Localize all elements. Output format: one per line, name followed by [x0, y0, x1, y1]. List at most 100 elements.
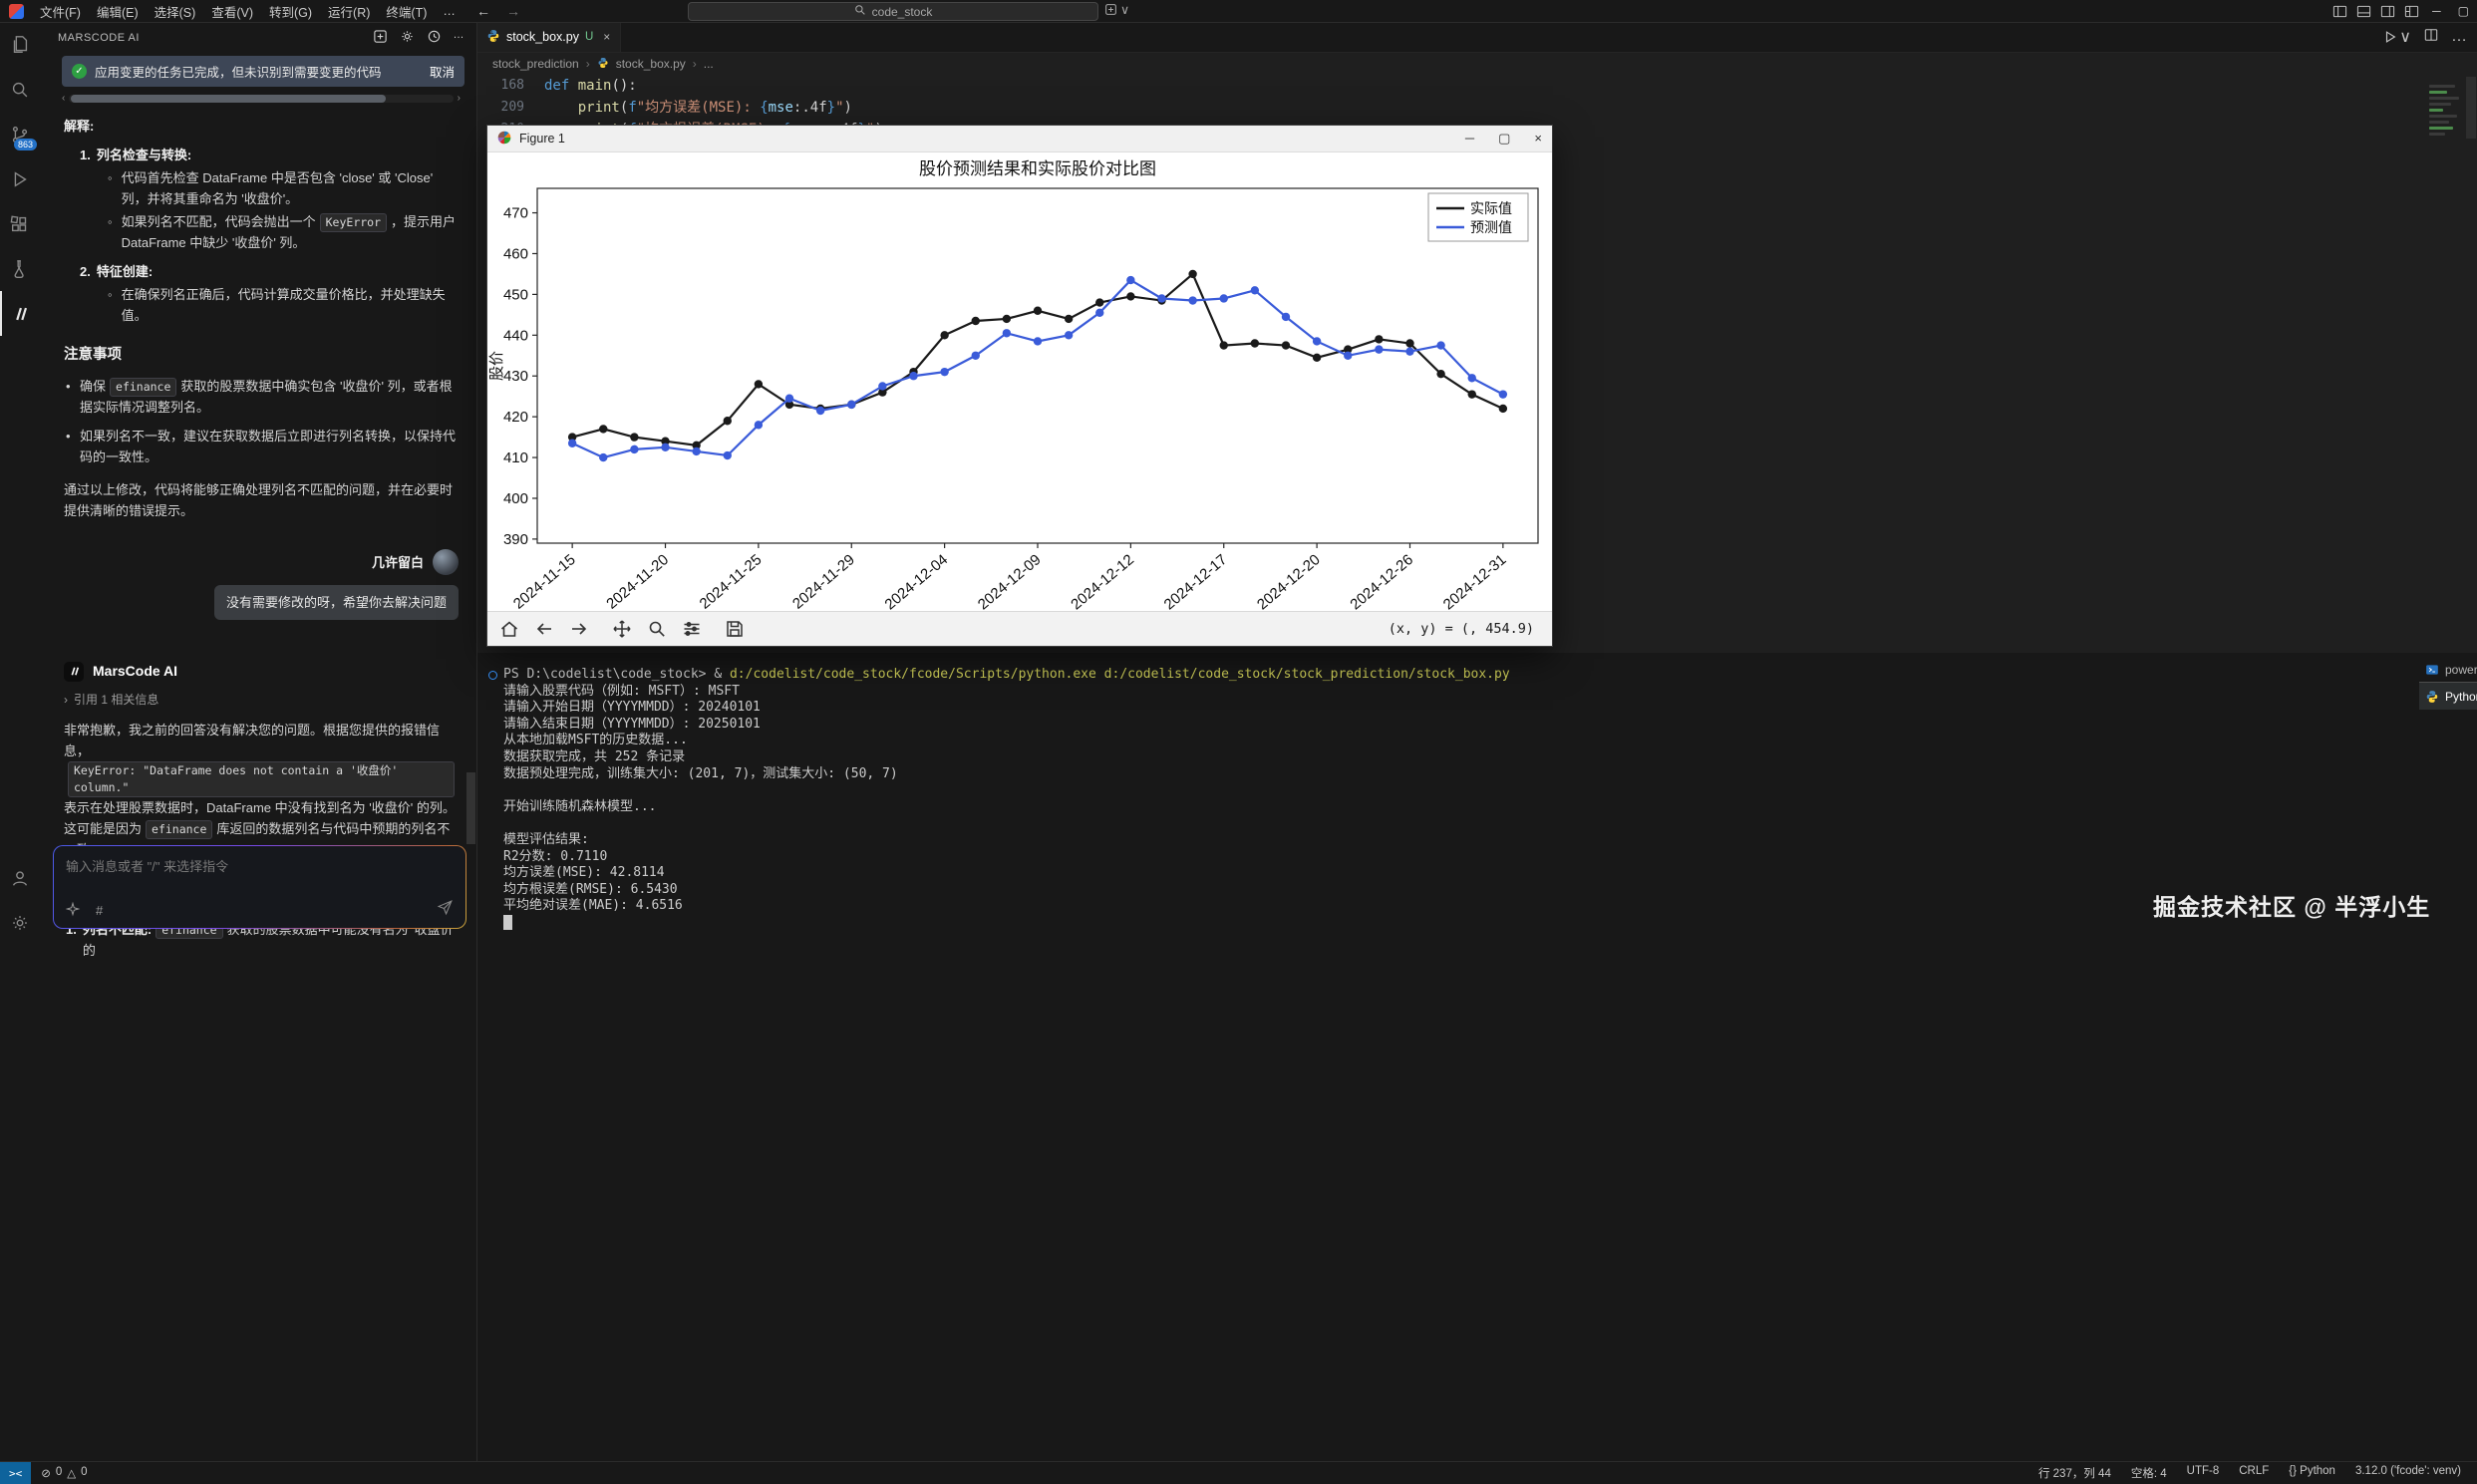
status-item[interactable]: CRLF — [2239, 1465, 2269, 1481]
chart-canvas[interactable]: 股价预测结果和实际股价对比图股价390400410420430440450460… — [487, 152, 1552, 611]
search-icon[interactable] — [0, 67, 40, 112]
breadcrumb-symbol[interactable]: ... — [704, 57, 714, 71]
breadcrumb[interactable]: stock_prediction › stock_box.py › ... — [476, 53, 2477, 75]
customize-layout-icon[interactable] — [2404, 4, 2419, 19]
banner-horizontal-scrollbar[interactable]: ‹ › — [62, 93, 461, 104]
home-button[interactable] — [497, 617, 521, 641]
testing-icon[interactable] — [0, 246, 40, 291]
svg-text:2024-11-15: 2024-11-15 — [510, 551, 579, 611]
line-number: 209 — [476, 97, 544, 119]
cancel-button[interactable]: 取消 — [430, 62, 455, 81]
more-actions-icon[interactable]: … — [2451, 28, 2467, 46]
menu-item[interactable]: 运行(R) — [320, 2, 378, 21]
terminal-line: 数据获取完成，共 252 条记录 — [503, 749, 2477, 766]
scrollbar-track[interactable] — [69, 95, 453, 103]
matplotlib-logo-icon — [497, 131, 511, 148]
menu-item[interactable]: 选择(S) — [147, 2, 204, 21]
figure-close-button[interactable]: × — [1534, 131, 1542, 147]
back-button[interactable] — [532, 617, 556, 641]
python-file-icon — [597, 57, 609, 72]
terminal-session-powershell[interactable]: powershell — [2419, 656, 2477, 683]
terminal-session-Python[interactable]: Python — [2419, 683, 2477, 710]
menu-item[interactable]: 文件(F) — [32, 2, 89, 21]
history-icon[interactable] — [427, 29, 442, 47]
chat-settings-gear-icon[interactable] — [400, 29, 415, 47]
configure-subplots-button[interactable] — [680, 617, 704, 641]
user-message-header: 几许留白 — [64, 549, 459, 575]
menu-item[interactable]: 编辑(E) — [89, 2, 147, 21]
svg-text:2024-12-17: 2024-12-17 — [1161, 551, 1231, 611]
explorer-icon[interactable] — [0, 22, 40, 67]
new-chat-icon[interactable] — [373, 29, 388, 47]
extensions-icon[interactable] — [0, 201, 40, 246]
settings-gear-icon[interactable] — [0, 900, 40, 945]
banner-text: 应用变更的任务已完成，但未识别到需要变更的代码 — [95, 62, 382, 81]
pan-button[interactable] — [610, 617, 634, 641]
save-button[interactable] — [723, 617, 747, 641]
figure-title-bar[interactable]: Figure 1 ─ ▢ × — [487, 126, 1552, 152]
menu-item[interactable]: 查看(V) — [203, 2, 261, 21]
toggle-panel-icon[interactable] — [2356, 4, 2371, 19]
tab-stock-box-py[interactable]: stock_box.py U × — [476, 23, 621, 52]
svg-text:2024-12-31: 2024-12-31 — [1440, 551, 1510, 611]
toggle-sidebar-icon[interactable] — [2332, 4, 2347, 19]
nav-forward-icon[interactable]: → — [506, 3, 520, 19]
chat-history[interactable]: 解释: 1. 列名检查与转换: ◦ 代码首先检查 DataFrame 中是否包含… — [40, 104, 476, 961]
reference-toggle[interactable]: › 引用 1 相关信息 — [64, 691, 459, 710]
menu-item[interactable]: 终端(T) — [378, 2, 435, 21]
breadcrumb-file[interactable]: stock_box.py — [616, 57, 686, 71]
figure-window[interactable]: Figure 1 ─ ▢ × 股价预测结果和实际股价对比图股价390400410… — [486, 125, 1553, 647]
context-hash-icon[interactable]: # — [96, 903, 103, 918]
minimap[interactable] — [2429, 85, 2461, 139]
menu-item[interactable]: 转到(G) — [261, 2, 320, 21]
assistant-name: MarsCode AI — [93, 660, 177, 683]
terminal-line: 从本地加载MSFT的历史数据... — [503, 733, 2477, 749]
source-control-icon[interactable]: 863 — [0, 112, 40, 156]
code-line[interactable]: 168def main(): — [476, 75, 2477, 97]
forward-button[interactable] — [567, 617, 591, 641]
sidebar-scrollbar[interactable] — [466, 772, 475, 844]
editor-scrollbar[interactable] — [2466, 77, 2476, 139]
scrollbar-thumb[interactable] — [71, 95, 386, 103]
app-logo-icon[interactable] — [9, 4, 24, 19]
user-avatar[interactable] — [433, 549, 459, 575]
list-item: 1. 列名检查与转换: — [64, 145, 459, 165]
scroll-left-icon[interactable]: ‹ — [62, 93, 65, 104]
status-item[interactable]: {} Python — [2289, 1465, 2335, 1481]
svg-text:450: 450 — [503, 286, 528, 303]
minimize-button[interactable]: ─ — [2428, 4, 2445, 18]
marscode-icon[interactable] — [0, 291, 40, 336]
zoom-button[interactable] — [645, 617, 669, 641]
problems-indicator[interactable]: ⊘ 0 △ 0 — [31, 1466, 97, 1480]
status-item[interactable]: UTF-8 — [2187, 1465, 2220, 1481]
status-item[interactable]: 空格: 4 — [2131, 1465, 2167, 1481]
chat-input[interactable]: 输入消息或者 "/" 来选择指令 # — [54, 846, 465, 928]
send-icon[interactable] — [437, 899, 454, 921]
more-actions-icon[interactable]: … — [454, 29, 465, 47]
account-icon[interactable] — [0, 855, 40, 900]
split-editor-icon[interactable] — [2424, 28, 2438, 47]
skills-star-icon[interactable] — [66, 902, 80, 919]
status-right-items: 行 237，列 44 空格: 4 UTF-8 CRLF {} Python 3.12.0 … — [2038, 1465, 2477, 1481]
toggle-secondary-sidebar-icon[interactable] — [2380, 4, 2395, 19]
list-subitem: ◦ 在确保列名正确后，代码计算成交量价格比，并处理缺失值。 — [64, 284, 459, 326]
menu-item[interactable]: … — [435, 4, 464, 18]
terminal-line: 数据预处理完成，训练集大小: (201, 7)，测试集大小: (50, 7) — [503, 766, 2477, 783]
figure-maximize-button[interactable]: ▢ — [1498, 131, 1510, 147]
command-center-search[interactable]: code_stock — [688, 2, 1098, 21]
nav-back-icon[interactable]: ← — [476, 3, 490, 19]
breadcrumb-folder[interactable]: stock_prediction — [492, 57, 579, 71]
remote-indicator[interactable]: >< — [0, 1462, 31, 1484]
restore-button[interactable]: ▢ — [2454, 4, 2473, 18]
sidebar-title: MARSCODE AI — [58, 32, 140, 44]
close-tab-icon[interactable]: × — [603, 30, 610, 44]
run-python-button[interactable]: ∨ — [2383, 27, 2411, 47]
figure-minimize-button[interactable]: ─ — [1465, 131, 1474, 147]
task-complete-banner: ✓ 应用变更的任务已完成，但未识别到需要变更的代码 取消 — [62, 56, 464, 87]
status-item[interactable]: 3.12.0 ('fcode': venv) — [2355, 1465, 2461, 1481]
scroll-right-icon[interactable]: › — [458, 93, 461, 104]
run-debug-icon[interactable] — [0, 156, 40, 201]
status-item[interactable]: 行 237，列 44 — [2038, 1465, 2111, 1481]
code-line[interactable]: 209 print(f"均方误差(MSE): {mse:.4f}") — [476, 97, 2477, 119]
launch-profile-button[interactable]: ∨ — [1104, 2, 1129, 17]
